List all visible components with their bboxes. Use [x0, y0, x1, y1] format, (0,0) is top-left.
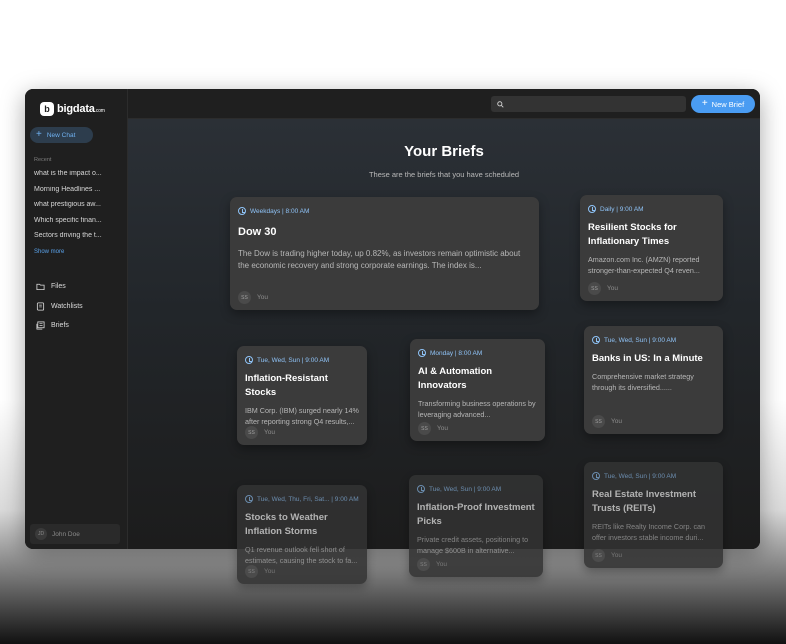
- watchlist-icon: [36, 302, 45, 311]
- avatar: SS: [238, 291, 251, 304]
- recent-chat-list: what is the impact o... Morning Headline…: [34, 170, 120, 248]
- brief-card-weather-inflation[interactable]: Tue, Wed, Thu, Fri, Sat... | 9:00 AM Sto…: [237, 485, 367, 584]
- brief-card-reits[interactable]: Tue, Wed, Sun | 9:00 AM Real Estate Inve…: [584, 462, 723, 568]
- search-icon: [497, 100, 504, 108]
- recent-chat-item[interactable]: Morning Headlines ...: [34, 186, 120, 202]
- brief-title: Inflation-Proof Investment Picks: [417, 502, 535, 527]
- page-title: Your Briefs: [404, 143, 484, 160]
- sidebar-item-watchlists[interactable]: Watchlists: [36, 297, 121, 317]
- brief-owner: SS You: [588, 282, 618, 295]
- brief-owner: SS You: [245, 565, 275, 578]
- brief-owner: SS You: [417, 558, 447, 571]
- avatar: SS: [417, 558, 430, 571]
- new-chat-button[interactable]: + New Chat: [30, 127, 93, 143]
- recent-section-label: Recent: [34, 157, 52, 163]
- logo-icon: b: [40, 102, 54, 116]
- sidebar-item-label: Briefs: [51, 322, 69, 330]
- new-brief-label: New Brief: [711, 99, 745, 109]
- sidebar-item-files[interactable]: Files: [36, 277, 121, 297]
- recent-chat-item[interactable]: what is the impact o...: [34, 170, 120, 186]
- clock-icon: [418, 349, 426, 357]
- brief-schedule: Daily | 9:00 AM: [588, 204, 715, 214]
- brief-card-dow-30[interactable]: Weekdays | 8:00 AM Dow 30 The Dow is tra…: [230, 197, 539, 310]
- brief-title: Resilient Stocks for Inflationary Times: [588, 222, 677, 247]
- sidebar-item-briefs[interactable]: Briefs: [36, 316, 121, 336]
- sidebar-nav: Files Watchlists Briefs: [36, 277, 121, 336]
- brief-card-resilient-stocks[interactable]: Daily | 9:00 AM Resilient Stocks for Inf…: [580, 195, 723, 301]
- folder-icon: [36, 284, 45, 291]
- clock-icon: [592, 336, 600, 344]
- avatar: SS: [245, 565, 258, 578]
- brief-title: Dow 30: [238, 226, 277, 238]
- clock-icon: [245, 356, 253, 364]
- brief-schedule: Tue, Wed, Sun | 9:00 AM: [245, 355, 359, 365]
- avatar: SS: [418, 422, 431, 435]
- brief-summary: The Dow is trading higher today, up 0.82…: [238, 248, 521, 271]
- brief-summary: Comprehensive market strategy through it…: [592, 371, 694, 392]
- brief-card-inflation-proof[interactable]: Tue, Wed, Sun | 9:00 AM Inflation-Proof …: [409, 475, 543, 577]
- sidebar-item-label: Watchlists: [51, 302, 83, 310]
- clock-icon: [238, 207, 246, 215]
- page-subtitle: These are the briefs that you have sched…: [368, 170, 520, 179]
- sidebar-item-label: Files: [51, 283, 66, 291]
- brief-owner: SS You: [238, 291, 268, 304]
- new-chat-label: New Chat: [46, 131, 76, 139]
- brief-schedule: Tue, Wed, Sun | 9:00 AM: [592, 335, 715, 345]
- brief-title: Banks in US: In a Minute: [592, 353, 703, 364]
- brief-summary: IBM Corp. (IBM) surged nearly 14% after …: [245, 405, 359, 426]
- brief-summary: Transforming business operations by leve…: [418, 398, 536, 419]
- brief-title: AI & Automation Innovators: [418, 366, 493, 391]
- plus-icon: +: [701, 98, 708, 109]
- show-more-link[interactable]: Show more: [34, 249, 64, 255]
- avatar: JD: [35, 528, 47, 540]
- logo[interactable]: b bigdata.com: [40, 101, 105, 117]
- search-input[interactable]: [508, 100, 678, 108]
- brief-summary: Private credit assets, positioning to ma…: [417, 534, 529, 555]
- avatar: SS: [245, 426, 258, 439]
- recent-chat-item[interactable]: Sectors driving the t...: [34, 232, 120, 248]
- brief-owner: SS You: [245, 426, 275, 439]
- search-box[interactable]: [491, 96, 686, 112]
- user-profile[interactable]: JD John Doe: [30, 524, 120, 544]
- brief-schedule: Tue, Wed, Sun | 9:00 AM: [592, 471, 715, 481]
- clock-icon: [588, 205, 596, 213]
- recent-chat-item[interactable]: what prestigious aw...: [34, 201, 120, 217]
- user-name: John Doe: [52, 530, 80, 538]
- brief-owner: SS You: [418, 422, 448, 435]
- avatar: SS: [588, 282, 601, 295]
- briefs-icon: [36, 321, 45, 330]
- brief-card-inflation-resistant[interactable]: Tue, Wed, Sun | 9:00 AM Inflation-Resist…: [237, 346, 367, 445]
- brief-card-banks-us[interactable]: Tue, Wed, Sun | 9:00 AM Banks in US: In …: [584, 326, 723, 434]
- clock-icon: [417, 485, 425, 493]
- brief-title: Inflation-Resistant Stocks: [245, 373, 328, 398]
- clock-icon: [592, 472, 600, 480]
- brief-schedule: Tue, Wed, Sun | 9:00 AM: [417, 484, 535, 494]
- brief-card-ai-automation[interactable]: Monday | 8:00 AM AI & Automation Innovat…: [410, 339, 545, 441]
- brief-summary: REITs like Realty Income Corp. can offer…: [592, 521, 706, 542]
- brief-summary: Q1 revenue outlook fell short of estimat…: [245, 544, 358, 565]
- logo-text: bigdata.com: [57, 103, 105, 115]
- avatar: SS: [592, 415, 605, 428]
- clock-icon: [245, 495, 253, 503]
- brief-title: Stocks to Weather Inflation Storms: [245, 512, 328, 537]
- sidebar: b bigdata.com + New Chat Recent what is …: [25, 89, 128, 549]
- brief-schedule: Tue, Wed, Thu, Fri, Sat... | 9:00 AM: [245, 494, 359, 504]
- brief-schedule: Weekdays | 8:00 AM: [238, 206, 531, 216]
- avatar: SS: [592, 549, 605, 562]
- brief-schedule: Monday | 8:00 AM: [418, 348, 537, 358]
- new-brief-button[interactable]: + New Brief: [691, 95, 755, 113]
- brief-owner: SS You: [592, 549, 622, 562]
- top-bar: + New Brief: [128, 89, 760, 119]
- recent-chat-item[interactable]: Which specific finan...: [34, 217, 120, 233]
- plus-icon: +: [36, 129, 42, 140]
- brief-owner: SS You: [592, 415, 622, 428]
- brief-title: Real Estate Investment Trusts (REITs): [592, 489, 697, 514]
- brief-summary: Amazon.com Inc. (AMZN) reported stronger…: [588, 254, 700, 275]
